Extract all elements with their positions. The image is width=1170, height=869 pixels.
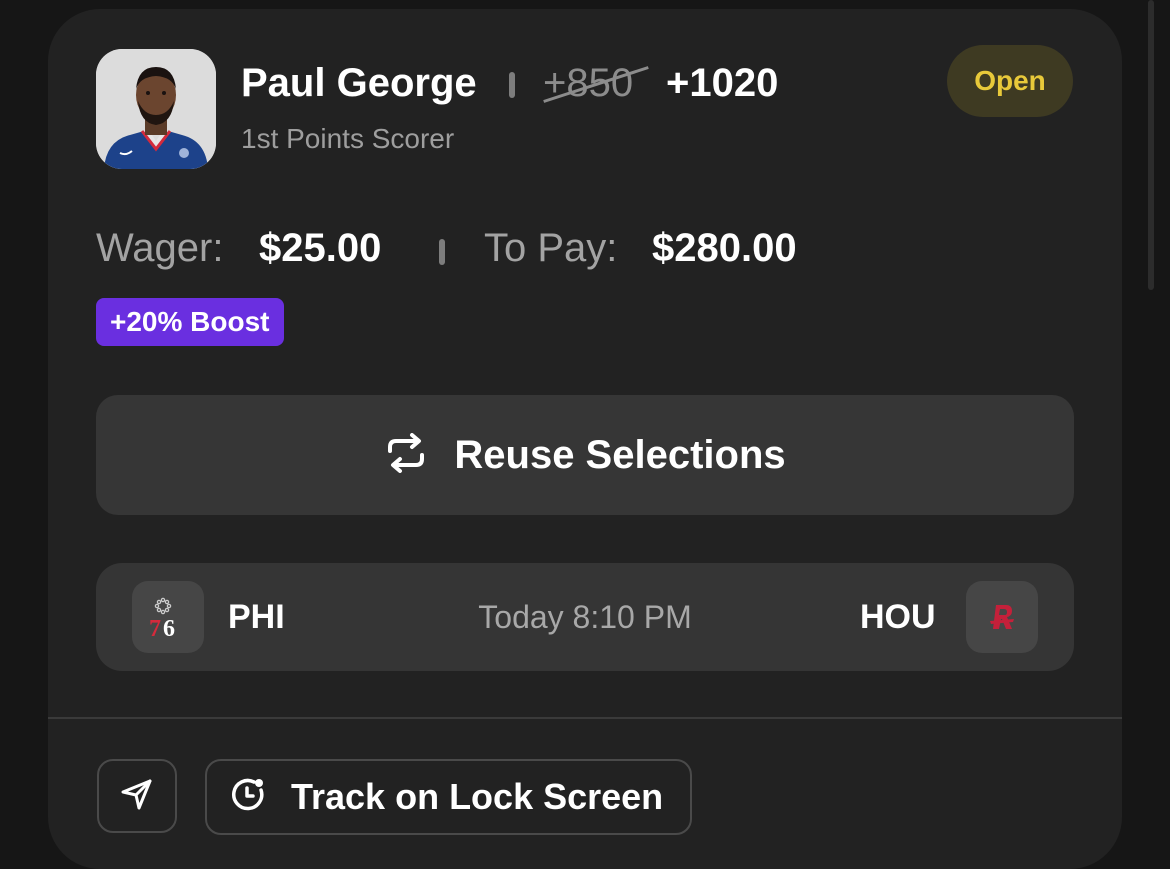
to-pay-value: $280.00 xyxy=(652,226,797,270)
player-name: Paul George xyxy=(241,61,477,105)
boost-badge: +20% Boost xyxy=(96,298,284,346)
live-activity-icon xyxy=(229,776,267,819)
repeat-icon xyxy=(384,432,428,478)
bet-card: Paul George +850 +1020 1st Points Scorer… xyxy=(48,9,1122,869)
track-on-lock-screen-label: Track on Lock Screen xyxy=(291,776,664,817)
wager-value: $25.00 xyxy=(259,226,382,270)
reuse-selections-label: Reuse Selections xyxy=(454,432,786,477)
separator xyxy=(509,72,515,98)
player-avatar xyxy=(96,49,216,169)
track-on-lock-screen-button[interactable]: Track on Lock Screen xyxy=(205,759,692,835)
send-icon xyxy=(119,776,155,817)
scrollbar[interactable] xyxy=(1148,0,1154,290)
rockets-logo-icon xyxy=(966,581,1038,653)
wager-label: Wager: xyxy=(96,226,224,270)
separator xyxy=(439,239,445,265)
original-odds: +850 xyxy=(543,61,649,106)
status-badge: Open xyxy=(947,45,1073,117)
to-pay-label: To Pay: xyxy=(484,226,618,270)
share-button[interactable] xyxy=(97,759,177,833)
away-team-abbr: HOU xyxy=(860,598,936,636)
market-label: 1st Points Scorer xyxy=(241,123,455,154)
divider xyxy=(48,717,1122,719)
boosted-odds: +1020 xyxy=(666,61,779,105)
reuse-selections-button[interactable]: Reuse Selections xyxy=(96,395,1074,515)
game-info[interactable]: 7 6 PHI Today 8:10 PM HOU xyxy=(96,563,1074,671)
